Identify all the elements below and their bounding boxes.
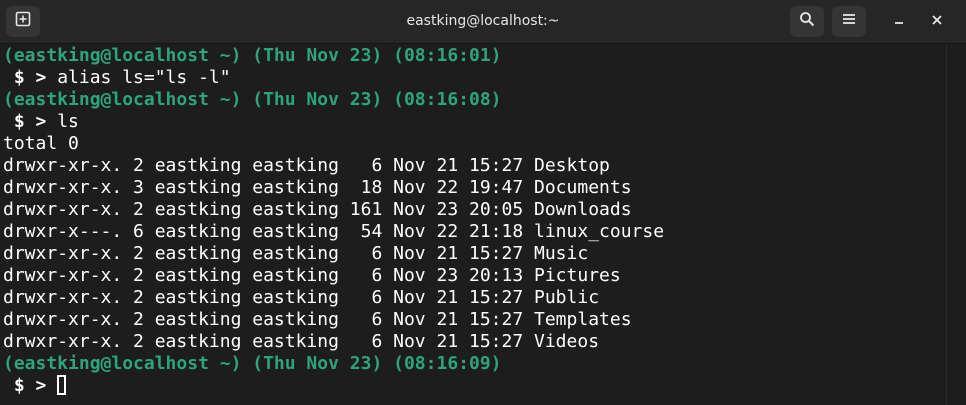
search-button[interactable]: [790, 6, 824, 37]
prompt-text: (eastking@localhost ~) (Thu Nov 23) (08:…: [3, 45, 502, 66]
prompt-line: (eastking@localhost ~) (Thu Nov 23) (08:…: [3, 89, 502, 111]
listing-row: drwxr-xr-x. 2 eastking eastking 6 Nov 21…: [3, 331, 600, 352]
listing-row: drwxr-xr-x. 2 eastking eastking 6 Nov 21…: [3, 155, 610, 176]
listing-row: drwxr-xr-x. 2 eastking eastking 161 Nov …: [3, 199, 632, 220]
command-line: $ > ls: [3, 111, 79, 133]
prompt-symbol: $ >: [3, 67, 58, 88]
text-cursor: [57, 375, 67, 395]
terminal-window: eastking@localhost:~ (eastking@localhost…: [0, 0, 966, 405]
hamburger-menu-icon: [842, 12, 856, 31]
prompt-line: (eastking@localhost ~) (Thu Nov 23) (08:…: [3, 353, 502, 375]
listing-row: drwxr-x---. 6 eastking eastking 54 Nov 2…: [3, 221, 665, 242]
listing-row: drwxr-xr-x. 2 eastking eastking 6 Nov 21…: [3, 287, 600, 308]
command-line: $ > alias ls="ls -l": [3, 67, 231, 89]
prompt-line: (eastking@localhost ~) (Thu Nov 23) (08:…: [3, 45, 502, 67]
minimize-icon: [893, 13, 905, 31]
prompt-text: (eastking@localhost ~) (Thu Nov 23) (08:…: [3, 89, 502, 110]
title-bar: eastking@localhost:~: [0, 0, 966, 44]
terminal-output[interactable]: (eastking@localhost ~) (Thu Nov 23) (08:…: [0, 45, 946, 405]
listing-row: drwxr-xr-x. 3 eastking eastking 18 Nov 2…: [3, 177, 632, 198]
output-line: total 0: [3, 133, 79, 154]
close-icon: [931, 13, 943, 31]
prompt-symbol: $ >: [3, 111, 58, 132]
new-tab-button[interactable]: [6, 6, 40, 37]
menu-button[interactable]: [832, 6, 866, 37]
minimize-button[interactable]: [882, 6, 916, 37]
prompt-symbol: $ >: [3, 375, 58, 396]
close-button[interactable]: [920, 6, 954, 37]
command-text: ls: [57, 111, 79, 132]
input-line[interactable]: $ >: [3, 375, 67, 397]
command-text: alias ls="ls -l": [57, 67, 231, 88]
listing-row: drwxr-xr-x. 2 eastking eastking 6 Nov 23…: [3, 265, 621, 286]
search-icon: [799, 11, 815, 32]
listing-row: drwxr-xr-x. 2 eastking eastking 6 Nov 21…: [3, 309, 632, 330]
prompt-text: (eastking@localhost ~) (Thu Nov 23) (08:…: [3, 353, 502, 374]
scrollbar[interactable]: [946, 45, 966, 405]
listing-row: drwxr-xr-x. 2 eastking eastking 6 Nov 21…: [3, 243, 589, 264]
new-tab-icon: [15, 11, 31, 32]
